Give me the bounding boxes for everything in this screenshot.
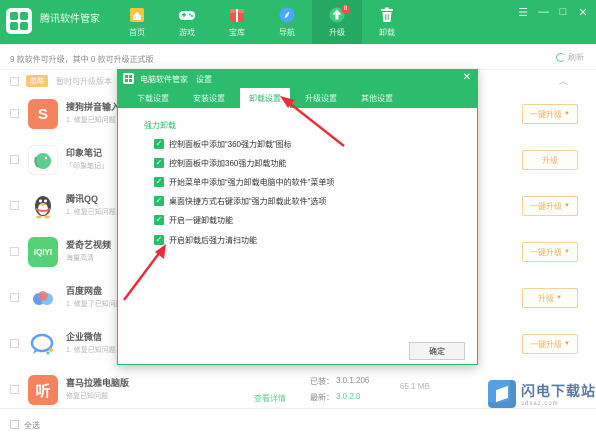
option-label: 开始菜单中添加“强力卸载电脑中的软件”菜单项	[169, 177, 335, 187]
option-one-click-uninstall[interactable]: ✓ 开启一键卸载功能	[154, 214, 233, 226]
upgrade-count-badge: 8	[341, 5, 350, 14]
option-checkbox[interactable]: ✓	[154, 158, 164, 168]
window-controls: ☰ — □ ✕	[518, 6, 588, 19]
dialog-logo-icon	[123, 73, 134, 84]
nav-home-label: 首页	[129, 28, 145, 37]
option-control-panel-icon[interactable]: ✓ 控制面板中添加“360强力卸载”图标	[154, 138, 292, 150]
option-label: 开启卸载后强力清扫功能	[169, 235, 257, 245]
option-label: 控制面板中添加“360强力卸载”图标	[169, 139, 292, 149]
option-checkbox[interactable]: ✓	[154, 215, 164, 225]
menu-icon[interactable]: ☰	[518, 6, 528, 19]
nav-games[interactable]: 游戏	[162, 0, 212, 44]
nav-treasury[interactable]: 宝库	[212, 0, 262, 44]
ok-button[interactable]: 确定	[409, 342, 465, 360]
main-nav: 首页 游戏 宝库 导航 8 升级 卸载	[112, 0, 412, 44]
gift-icon	[230, 9, 244, 22]
option-start-menu[interactable]: ✓ 开始菜单中添加“强力卸载电脑中的软件”菜单项	[154, 176, 334, 188]
option-control-panel-feature[interactable]: ✓ 控制面板中添加360强力卸载功能	[154, 157, 286, 169]
compass-icon	[279, 7, 295, 23]
option-post-uninstall-clean[interactable]: ✓ 开启卸载后强力清扫功能	[154, 234, 257, 246]
select-all-label: 全选	[24, 421, 40, 430]
app-header: 腾讯软件管家 首页 游戏 宝库 导航 8 升级 卸载 ☰ — □ ✕	[0, 0, 596, 44]
nav-uninstall-label: 卸载	[379, 28, 395, 37]
nav-uninstall[interactable]: 卸载	[362, 0, 412, 44]
tab-download-settings[interactable]: 下载设置	[128, 88, 178, 108]
option-desktop-context[interactable]: ✓ 桌面快捷方式右键添加“强力卸载此软件”选项	[154, 195, 326, 207]
nav-guide[interactable]: 导航	[262, 0, 312, 44]
option-checkbox[interactable]: ✓	[154, 177, 164, 187]
option-label: 开启一键卸载功能	[169, 215, 233, 225]
option-label: 桌面快捷方式右键添加“强力卸载此软件”选项	[169, 196, 327, 206]
trash-icon	[381, 7, 393, 22]
dialog-titlebar: 电脑软件管家 设置 ✕	[118, 70, 477, 88]
nav-upgrade[interactable]: 8 升级	[312, 0, 362, 44]
tab-uninstall-settings[interactable]: 卸载设置	[240, 88, 290, 108]
tab-upgrade-settings[interactable]: 升级设置	[296, 88, 346, 108]
option-checkbox[interactable]: ✓	[154, 235, 164, 245]
option-checkbox[interactable]: ✓	[154, 196, 164, 206]
nav-treasury-label: 宝库	[229, 28, 245, 37]
close-icon[interactable]: ✕	[578, 6, 588, 19]
home-icon	[130, 8, 144, 22]
dialog-close-icon[interactable]: ✕	[463, 72, 471, 83]
app-title: 腾讯软件管家	[40, 14, 100, 25]
dialog-tabs: 下载设置 安装设置 卸载设置 升级设置 其他设置	[118, 88, 477, 108]
minimize-icon[interactable]: —	[538, 6, 549, 19]
dialog-body: 强力卸载 ✓ 控制面板中添加“360强力卸载”图标 ✓ 控制面板中添加360强力…	[118, 108, 477, 366]
select-all-checkbox[interactable]	[10, 420, 19, 429]
bottom-bar: 全选	[0, 408, 596, 439]
nav-upgrade-label: 升级	[329, 28, 345, 37]
app-logo-icon	[6, 8, 32, 34]
maximize-icon[interactable]: □	[558, 6, 568, 19]
settings-dialog: 电脑软件管家 设置 ✕ 下载设置 安装设置 卸载设置 升级设置 其他设置 强力卸…	[117, 69, 478, 365]
tab-install-settings[interactable]: 安装设置	[184, 88, 234, 108]
gamepad-icon	[179, 11, 195, 20]
option-checkbox[interactable]: ✓	[154, 139, 164, 149]
option-label: 控制面板中添加360强力卸载功能	[169, 158, 287, 168]
tab-other-settings[interactable]: 其他设置	[352, 88, 402, 108]
nav-guide-label: 导航	[279, 28, 295, 37]
nav-home[interactable]: 首页	[112, 0, 162, 44]
dialog-title: 电脑软件管家 设置	[140, 75, 212, 84]
nav-games-label: 游戏	[179, 28, 195, 37]
section-title: 强力卸载	[144, 121, 176, 130]
